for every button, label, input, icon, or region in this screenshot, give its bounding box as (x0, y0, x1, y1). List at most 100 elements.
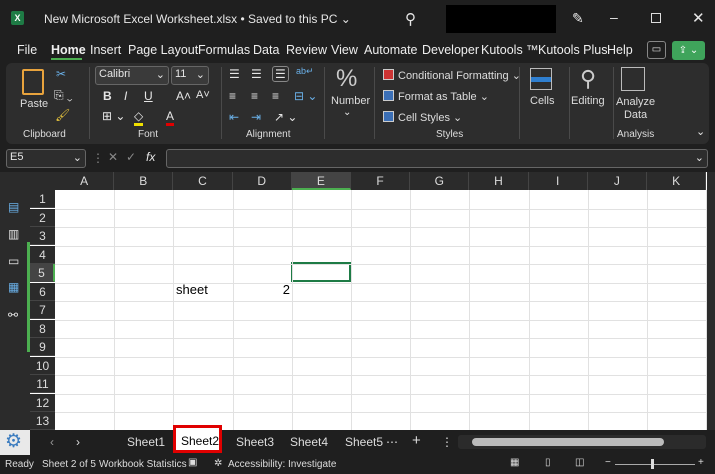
cut-icon[interactable]: ✂ (56, 67, 66, 81)
copy-icon[interactable]: ⎘ ⌄ (54, 88, 73, 103)
tab-insert[interactable]: Insert (90, 43, 121, 57)
formula-input[interactable]: ⌄ (166, 149, 708, 168)
column-header-d[interactable]: D (232, 172, 292, 190)
decrease-indent-icon[interactable]: ⇤ (229, 110, 239, 124)
page-layout-view-icon[interactable]: ▯ (545, 457, 551, 468)
list-icon[interactable]: ▥ (8, 227, 19, 241)
add-sheet-button[interactable]: + (412, 432, 421, 449)
sheet-tab-sheet2[interactable]: Sheet2 (173, 425, 222, 453)
paste-icon[interactable] (22, 69, 44, 95)
vertical-scrollbar[interactable] (707, 172, 715, 430)
window-title[interactable]: New Microsoft Excel Worksheet.xlsx • Sav… (44, 12, 351, 26)
settings-icon-box[interactable]: ⚙ (0, 430, 30, 455)
comments-button[interactable]: ▭ (647, 41, 666, 59)
scroll-thumb[interactable] (472, 438, 664, 446)
tab-home[interactable]: Home (51, 43, 86, 57)
align-left-icon[interactable]: ≡ (229, 89, 236, 103)
worksheet-grid[interactable]: sheet 2 A B C D E F G H I J K 1 2 3 4 5 6 7 8 9 10 11 12 13 (30, 172, 715, 432)
font-size-select[interactable]: 11 ⌄ (171, 66, 209, 85)
tab-kutools-plus[interactable]: Kutools Plus (538, 43, 607, 57)
fill-color-icon[interactable]: ◇ (134, 109, 144, 126)
column-header-e[interactable]: E (291, 172, 351, 190)
zoom-out-button[interactable]: − (605, 457, 611, 468)
search-icon[interactable]: ⚲ (405, 10, 416, 28)
row-header-9[interactable]: 9 (30, 338, 55, 356)
normal-view-icon[interactable]: ▦ (510, 457, 519, 468)
insert-function-button[interactable]: fx (146, 150, 155, 164)
row-header-6[interactable]: 6 (30, 282, 55, 301)
minimize-button[interactable]: – (610, 9, 618, 25)
tab-automate[interactable]: Automate (364, 43, 418, 57)
align-right-icon[interactable]: ≡ (272, 89, 279, 103)
tab-file[interactable]: File (17, 43, 37, 57)
row-header-4[interactable]: 4 (30, 245, 55, 264)
zoom-slider[interactable] (615, 464, 695, 465)
tab-formulas[interactable]: Formulas (198, 43, 250, 57)
middle-align-icon[interactable]: ☰ (251, 67, 262, 81)
zoom-slider-thumb[interactable] (651, 459, 654, 469)
tab-page-layout[interactable]: Page Layout (128, 43, 198, 57)
maximize-button[interactable] (651, 13, 661, 23)
row-header-11[interactable]: 11 (30, 375, 55, 393)
more-sheets-icon[interactable]: ⋯ (386, 435, 398, 449)
tab-help[interactable]: Help (607, 43, 633, 57)
borders-icon[interactable]: ⊞ ⌄ (102, 109, 125, 123)
selected-cell-e5[interactable] (291, 262, 351, 282)
analyze-data-button[interactable]: Analyze Data (616, 96, 655, 122)
macro-record-icon[interactable]: ▣ (188, 457, 197, 468)
format-painter-icon[interactable]: 🖌 (55, 108, 70, 122)
workbook-statistics[interactable]: Workbook Statistics (99, 459, 187, 470)
row-header-7[interactable]: 7 (30, 301, 55, 319)
navigation-icon[interactable]: ▤ (8, 200, 19, 214)
close-button[interactable]: ✕ (692, 9, 705, 27)
row-header-5[interactable]: 5 (30, 264, 55, 282)
pen-icon[interactable]: ✎ (572, 10, 584, 27)
tab-kutools[interactable]: Kutools ™ (481, 43, 539, 57)
cell-styles-button[interactable]: Cell Styles ⌄ (398, 111, 462, 124)
cells-button[interactable]: Cells (530, 95, 554, 107)
font-name-select[interactable]: Calibri ⌄ (95, 66, 169, 85)
sheet-tab-sheet4[interactable]: Sheet4 (290, 435, 328, 449)
bold-button[interactable]: B (103, 89, 112, 103)
wrap-text-icon[interactable]: ab↵ (296, 66, 314, 77)
page-break-view-icon[interactable]: ◫ (575, 457, 584, 468)
row-header-10[interactable]: 10 (30, 356, 55, 375)
column-header-j[interactable]: J (587, 172, 647, 190)
tab-data[interactable]: Data (253, 43, 279, 57)
tab-review[interactable]: Review (286, 43, 327, 57)
account-redacted[interactable] (446, 5, 556, 33)
format-as-table-button[interactable]: Format as Table ⌄ (398, 90, 489, 103)
table-icon[interactable]: ▦ (8, 280, 19, 294)
column-header-c[interactable]: C (173, 172, 233, 190)
number-button[interactable]: Number (331, 95, 370, 107)
font-color-icon[interactable]: A (166, 109, 175, 126)
prev-sheet-button[interactable]: ‹ (50, 435, 54, 449)
paste-button[interactable]: Paste (20, 98, 48, 110)
column-header-i[interactable]: I (528, 172, 588, 190)
increase-indent-icon[interactable]: ⇥ (251, 110, 261, 124)
underline-button[interactable]: U (144, 89, 153, 103)
tab-developer[interactable]: Developer (422, 43, 479, 57)
row-header-12[interactable]: 12 (30, 393, 55, 412)
horizontal-scrollbar[interactable] (458, 435, 706, 449)
sheet-tab-sheet5[interactable]: Sheet5 (345, 435, 383, 449)
cancel-icon[interactable]: ✕ (108, 150, 118, 164)
sheet-tab-sheet1[interactable]: Sheet1 (127, 435, 165, 449)
tab-view[interactable]: View (331, 43, 358, 57)
bottom-align-icon[interactable]: ☰ (272, 66, 289, 82)
accessibility-icon[interactable]: ✲ (214, 458, 222, 469)
column-header-a[interactable]: A (55, 172, 115, 190)
orientation-icon[interactable]: ↗ ⌄ (274, 110, 297, 124)
column-header-b[interactable]: B (114, 172, 174, 190)
next-sheet-button[interactable]: › (76, 435, 80, 449)
binoculars-icon[interactable]: ⚯ (8, 308, 18, 322)
row-header-8[interactable]: 8 (30, 319, 55, 338)
sheet-tab-sheet3[interactable]: Sheet3 (236, 435, 274, 449)
tab-split-handle[interactable]: ⋮ (441, 435, 453, 449)
merge-center-icon[interactable]: ⊟ ⌄ (294, 89, 317, 103)
select-all-button[interactable] (30, 172, 55, 190)
top-align-icon[interactable]: ☰ (229, 67, 240, 81)
print-icon[interactable]: ▭ (8, 254, 19, 268)
increase-font-button[interactable]: A˄ (176, 89, 191, 103)
italic-button[interactable]: I (124, 89, 127, 103)
